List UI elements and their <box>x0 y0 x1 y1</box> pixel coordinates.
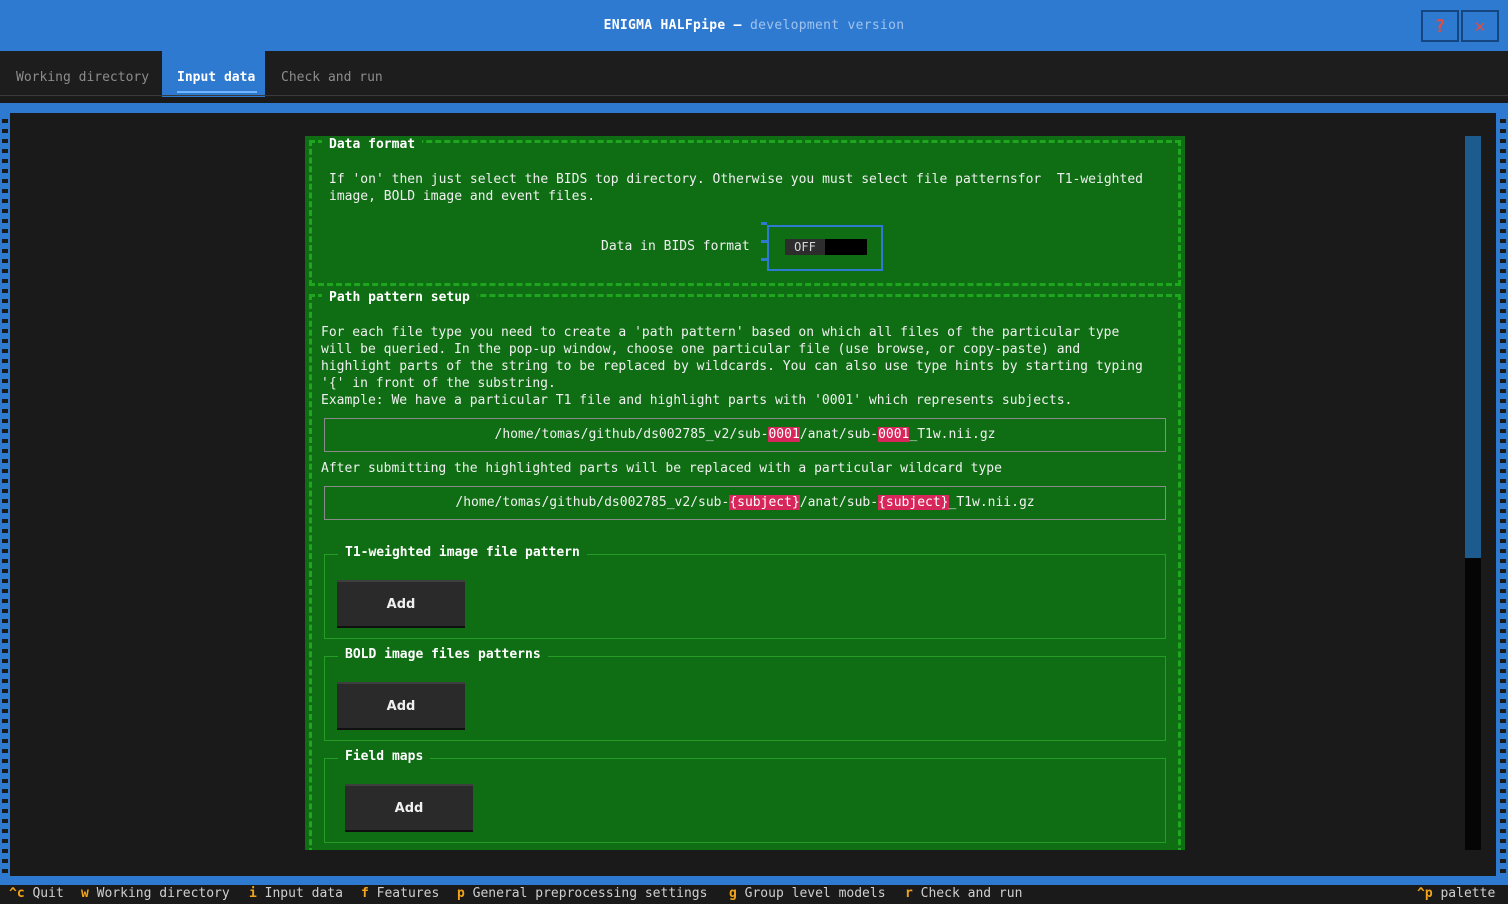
bids-format-toggle[interactable]: OFF <box>767 225 883 271</box>
footer-key: ^p <box>1417 886 1433 901</box>
path-pattern-legend: Path pattern setup <box>322 289 477 307</box>
footer-label: Check and run <box>920 886 1023 901</box>
vertical-scrollbar[interactable] <box>1465 136 1481 850</box>
footer-label: Working directory <box>96 886 230 901</box>
title-separator: — <box>733 18 742 33</box>
active-tab-underline <box>177 91 257 93</box>
frame-right-border <box>1500 113 1506 876</box>
add-field-map-button[interactable]: Add <box>345 784 473 832</box>
tab-divider <box>0 95 1508 96</box>
question-icon: ? <box>1434 15 1446 37</box>
footer-label: Quit <box>32 886 64 901</box>
t1-pattern-legend: T1-weighted image file pattern <box>338 544 587 562</box>
path-segment: /home/tomas/github/ds002785_v2/sub- <box>494 427 769 442</box>
data-format-legend: Data format <box>322 136 423 154</box>
frame-left-border <box>2 113 8 876</box>
close-icon: ✕ <box>1474 15 1486 37</box>
footer-label: palette <box>1440 886 1496 901</box>
footer-check-run[interactable]: r Check and run <box>905 885 1022 902</box>
footer-key: r <box>905 886 913 901</box>
bold-pattern-legend: BOLD image files patterns <box>338 646 548 664</box>
add-bold-pattern-button[interactable]: Add <box>337 682 465 730</box>
footer-key: p <box>457 886 465 901</box>
focus-tick <box>761 240 767 243</box>
footer-key: g <box>729 886 737 901</box>
footer-features[interactable]: f Features <box>361 885 439 902</box>
bids-toggle-label: Data in BIDS format <box>601 239 750 254</box>
toggle-knob: OFF <box>785 239 825 255</box>
scrollbar-thumb[interactable] <box>1465 136 1481 558</box>
add-t1-pattern-button[interactable]: Add <box>337 580 465 628</box>
path-segment: /anat/sub- <box>799 427 879 442</box>
field-maps-legend: Field maps <box>338 748 431 766</box>
focus-tick <box>761 258 767 261</box>
footer-label: Features <box>376 886 440 901</box>
footer-quit[interactable]: ^c Quit <box>9 885 64 902</box>
tab-label: Check and run <box>281 70 383 85</box>
footer-label: General preprocessing settings <box>472 886 708 901</box>
title-bar: ENIGMA HALFpipe — development version ? … <box>0 0 1508 51</box>
wildcard-segment: {subject} <box>729 495 800 510</box>
example-path-wildcard: /home/tomas/github/ds002785_v2/sub-{subj… <box>324 486 1166 520</box>
example-path-original: /home/tomas/github/ds002785_v2/sub-0001/… <box>324 418 1166 452</box>
path-segment: _T1w.nii.gz <box>948 495 1035 510</box>
footer-key: ^c <box>9 886 25 901</box>
toggle-track: OFF <box>785 239 867 255</box>
footer-input-data[interactable]: i Input data <box>249 885 343 902</box>
focus-tick <box>761 222 767 225</box>
tab-check-and-run[interactable]: Check and run <box>281 51 383 97</box>
path-segment: /home/tomas/github/ds002785_v2/sub- <box>455 495 730 510</box>
path-segment: _T1w.nii.gz <box>909 427 996 442</box>
tab-bar: Working directory Input data Check and r… <box>0 51 1508 97</box>
app-title: ENIGMA HALFpipe <box>603 18 726 33</box>
footer-palette[interactable]: ^p palette <box>1417 885 1495 902</box>
footer-key: f <box>361 886 369 901</box>
wildcard-segment: {subject} <box>878 495 949 510</box>
window-title: ENIGMA HALFpipe — development version <box>0 18 1508 33</box>
footer-key: w <box>81 886 89 901</box>
tab-label: Working directory <box>16 70 150 85</box>
footer-label: Group level models <box>744 886 886 901</box>
help-button[interactable]: ? <box>1421 10 1459 42</box>
data-format-section <box>309 140 1181 286</box>
app-subtitle: development version <box>749 18 905 33</box>
footer-key: i <box>249 886 257 901</box>
tab-working-directory[interactable]: Working directory <box>16 51 149 97</box>
footer-preprocessing[interactable]: p General preprocessing settings <box>457 885 707 902</box>
tab-label: Input data <box>177 70 256 85</box>
footer-group-models[interactable]: g Group level models <box>729 885 886 902</box>
path-segment: /anat/sub- <box>799 495 879 510</box>
tab-input-data[interactable]: Input data <box>162 51 265 97</box>
close-button[interactable]: ✕ <box>1461 10 1499 42</box>
input-data-form: Data format If 'on' then just select the… <box>305 136 1185 850</box>
footer-working-directory[interactable]: w Working directory <box>81 885 230 902</box>
path-pattern-description: For each file type you need to create a … <box>321 325 1143 408</box>
highlighted-segment: 0001 <box>878 427 910 442</box>
footer-label: Input data <box>264 886 343 901</box>
footer-keybindings: ^c Quit w Working directory i Input data… <box>0 885 1508 904</box>
after-submit-text: After submitting the highlighted parts w… <box>321 461 1002 476</box>
data-format-description: If 'on' then just select the BIDS top di… <box>329 172 1143 204</box>
highlighted-segment: 0001 <box>768 427 800 442</box>
